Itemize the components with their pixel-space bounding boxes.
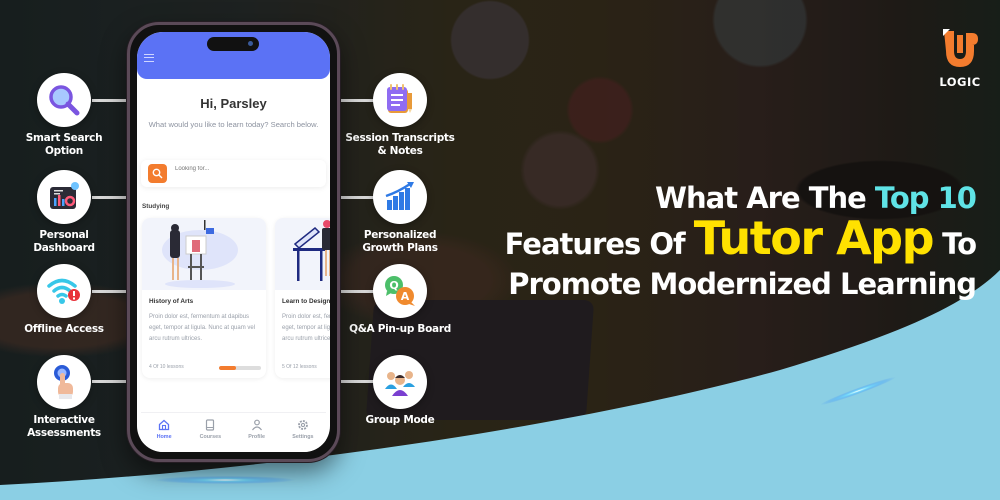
feature-label: Smart Search Option [25,132,103,157]
course-title: Learn to Design [282,298,330,305]
feature-icon-circle [373,170,427,224]
headline: What Are The Top 10 Features Of Tutor Ap… [504,180,977,302]
course-title: History of Arts [149,298,194,305]
feature-label: Q&A Pin-up Board [349,323,451,335]
course-card[interactable]: Learn to Design Proin dolor est, ferment… [275,218,330,378]
logo-text: LOGIC [939,75,981,89]
group-icon [385,371,415,396]
nav-item-home[interactable]: Home [142,413,187,452]
phone-screen: Hi, Parsley What would you like to learn… [137,32,330,452]
hamburger-menu-icon[interactable] [144,54,154,62]
feature-smart-search: Smart Search Option [9,73,119,158]
headline-highlight-tutor-app: Tutor App [693,211,935,265]
feature-group-mode: Group Mode [345,355,455,427]
search-button[interactable] [148,164,167,183]
nav-label: Home [156,434,172,440]
gear-icon [297,420,308,430]
touch-icon [54,365,73,399]
nav-label: Courses [199,434,222,440]
growth-chart-icon [385,182,414,210]
feature-offline-access: Offline Access [9,264,119,336]
headline-line-2: Features Of Tutor App To [504,215,977,266]
nav-item-courses[interactable]: Courses [188,413,233,452]
book-icon [206,419,215,431]
feature-icon-circle [37,73,91,127]
greeting: Hi, Parsley [200,96,267,111]
qa-bubbles-icon: Q A [385,276,415,306]
headline-text: Features Of [504,227,694,261]
course-lessons-count: 4 Of 10 lessons [149,364,184,370]
course-illustration [142,218,266,290]
wifi-offline-icon [47,278,80,304]
phone-mockup: Hi, Parsley What would you like to learn… [127,22,340,462]
logo-u-icon [943,29,978,67]
feature-label: Personal Dashboard [33,229,95,254]
dashboard-icon [50,182,79,209]
search-bar[interactable] [141,160,326,187]
feature-icon-circle [373,355,427,409]
feature-label: Group Mode [365,414,435,426]
headline-highlight-top10: Top 10 [874,181,977,215]
feature-label: Session Transcripts & Notes [345,132,455,157]
search-icon [152,168,163,179]
course-card[interactable]: History of Arts Proin dolor est, ferment… [142,218,266,378]
search-input[interactable] [175,166,315,172]
feature-icon-circle: Q A [373,264,427,318]
camera-icon [248,41,253,46]
nav-label: Settings [292,434,314,440]
nav-item-profile[interactable]: Profile [234,413,279,452]
feature-icon-circle [37,264,91,318]
feature-interactive-assessments: Interactive Assessments [9,355,119,440]
headline-text: To [933,227,977,261]
feature-personal-dashboard: Personal Dashboard [9,170,119,255]
user-icon [251,419,262,431]
feature-icon-circle [37,355,91,409]
course-description: Proin dolor est, fermentum at dapibus eg… [282,314,330,342]
dynamic-island [207,37,259,51]
magnifier-icon [49,85,80,116]
nav-item-settings[interactable]: Settings [280,413,325,452]
feature-label: Interactive Assessments [27,414,101,439]
course-illustration [275,218,330,290]
nav-label: Profile [248,434,266,440]
feature-label: Offline Access [24,323,104,335]
svg-text:A: A [401,290,410,303]
artist-painting-illustration [162,220,238,288]
bottom-navigation: Home Courses Profile Settings [141,412,326,452]
brand-logo: LOGIC [935,25,985,89]
feature-qa-board: Q A Q&A Pin-up Board [345,264,455,336]
course-description: Proin dolor est, fermentum at dapibus eg… [149,314,256,342]
course-progress-bar [219,366,261,370]
headline-line-3: Promote Modernized Learning [508,267,977,301]
designer-drafting-illustration [293,220,330,281]
notepad-icon [387,84,412,113]
section-label-studying: Studying [142,203,170,210]
feature-growth-plans: Personalized Growth Plans [345,170,455,255]
home-icon [158,419,170,431]
app-header [137,32,330,79]
headline-text: What Are The [655,181,875,215]
feature-icon-circle [37,170,91,224]
progress-fill [219,366,236,370]
greeting-subtitle: What would you like to learn today? Sear… [148,120,319,129]
feature-label: Personalized Growth Plans [362,229,438,254]
svg-text:Q: Q [389,279,398,292]
feature-icon-circle [373,73,427,127]
course-lessons-count: 5 Of 12 lessons [282,364,317,370]
feature-session-transcripts: Session Transcripts & Notes [345,73,455,158]
